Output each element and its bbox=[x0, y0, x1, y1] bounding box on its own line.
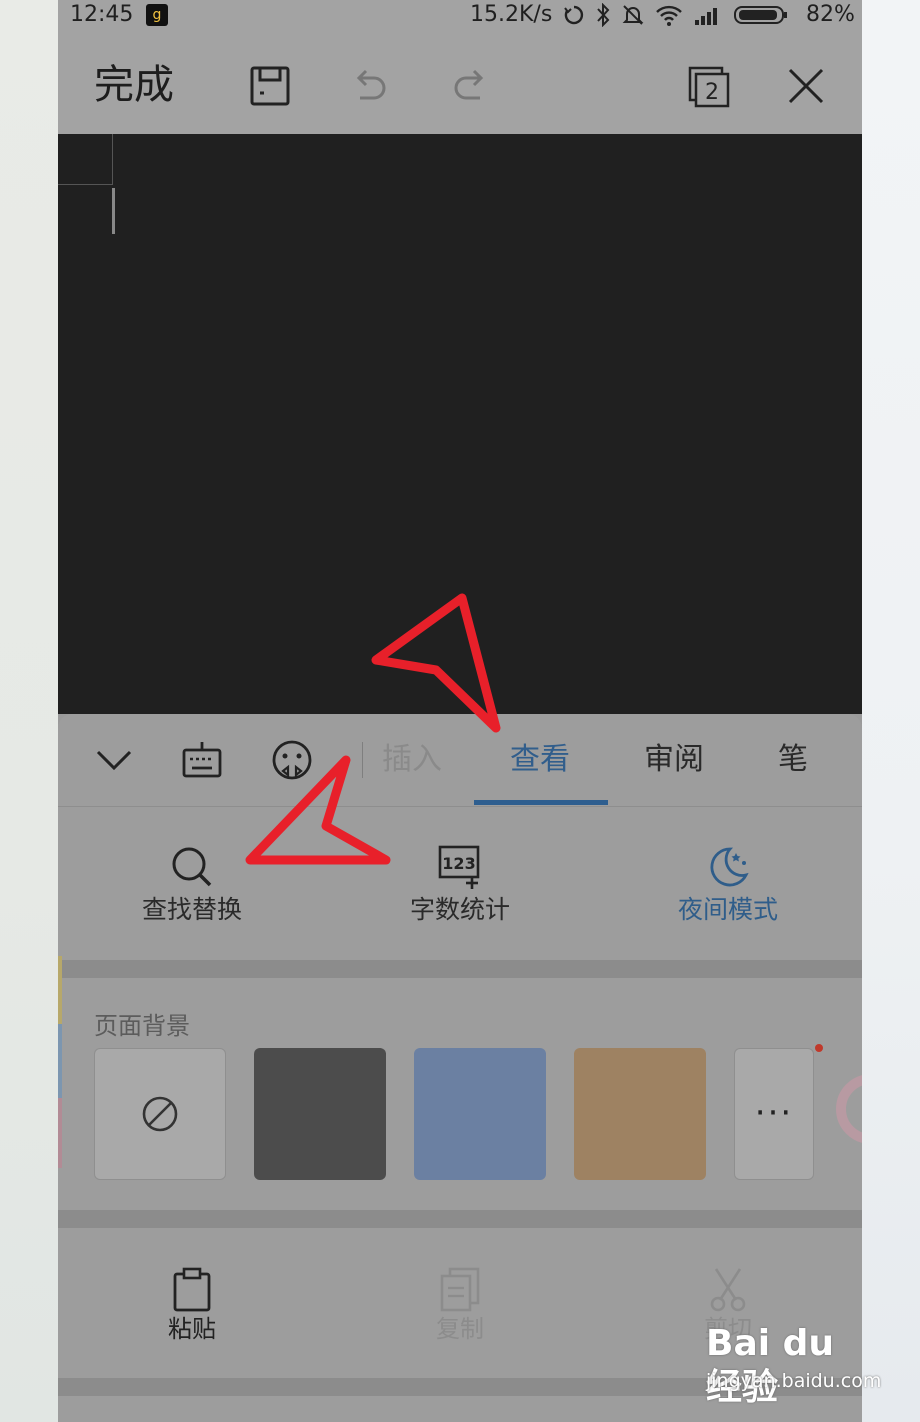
section-divider-2 bbox=[58, 1210, 862, 1228]
chevron-down-icon[interactable] bbox=[92, 738, 136, 782]
word-count-label: 字数统计 bbox=[409, 895, 510, 924]
right-background bbox=[862, 0, 920, 1422]
window-count-icon[interactable]: 2 bbox=[684, 62, 732, 110]
tab-review[interactable]: 审阅 bbox=[644, 740, 704, 780]
background-peek-item bbox=[836, 1074, 862, 1144]
new-badge-dot bbox=[815, 1044, 823, 1052]
paste-label: 粘贴 bbox=[168, 1315, 216, 1343]
watermark-url: jingyan.baidu.com bbox=[706, 1370, 882, 1392]
page-background-title: 页面背景 bbox=[94, 1012, 190, 1040]
status-time: 12:45 bbox=[70, 2, 134, 27]
phone-screen: 12:45 g 15.2K/s 82% 完成 2 插入 查看 审阅 笔 查找替换… bbox=[58, 0, 862, 1422]
tab-pen[interactable]: 笔 bbox=[778, 740, 808, 780]
search-icon bbox=[172, 847, 212, 887]
clipboard-icon bbox=[173, 1267, 211, 1312]
emoji-icon[interactable] bbox=[270, 738, 314, 782]
bg-swatch-blue[interactable] bbox=[414, 1048, 546, 1180]
mute-icon bbox=[622, 5, 644, 25]
close-icon[interactable] bbox=[782, 62, 830, 110]
view-panel: 插入 查看 审阅 笔 查找替换 123 字数统计 夜间模式 页面背景 ··· 粘… bbox=[58, 714, 862, 1422]
page-corner-mark bbox=[58, 134, 113, 185]
bg-swatch-none[interactable] bbox=[94, 1048, 226, 1180]
save-icon[interactable] bbox=[246, 62, 294, 110]
watermark-logo: Bai du 经验 bbox=[706, 1323, 835, 1408]
status-icons bbox=[563, 3, 789, 27]
text-cursor bbox=[112, 188, 115, 234]
edge-strip-pink bbox=[58, 1098, 62, 1168]
active-tab-indicator bbox=[474, 800, 608, 805]
word-count-button[interactable]: 123 字数统计 bbox=[390, 843, 530, 927]
tab-insert[interactable]: 插入 bbox=[382, 740, 442, 780]
night-mode-button[interactable]: 夜间模式 bbox=[658, 843, 798, 927]
section-divider bbox=[58, 960, 862, 978]
signal-icon bbox=[695, 8, 717, 25]
tab-view[interactable]: 查看 bbox=[510, 740, 570, 780]
moon-icon bbox=[710, 847, 749, 887]
paste-button[interactable]: 粘贴 bbox=[132, 1266, 252, 1344]
battery-percent: 82% bbox=[806, 2, 855, 27]
copy-icon bbox=[440, 1267, 480, 1312]
edge-strip-yellow bbox=[58, 956, 62, 1024]
bluetooth-icon bbox=[597, 3, 610, 27]
edge-strip-blue bbox=[58, 1024, 62, 1098]
copy-button[interactable]: 复制 bbox=[400, 1266, 520, 1344]
baidu-watermark: Bai du 经验 jingyan.baidu.com bbox=[706, 1322, 881, 1408]
find-replace-button[interactable]: 查找替换 bbox=[122, 843, 262, 927]
editor-toolbar: 完成 2 bbox=[58, 32, 862, 134]
bg-swatch-tan[interactable] bbox=[574, 1048, 706, 1180]
word-count-icon-text: 123 bbox=[442, 854, 475, 873]
document-canvas[interactable] bbox=[58, 134, 862, 714]
redo-icon[interactable] bbox=[446, 62, 494, 110]
battery-icon bbox=[734, 6, 787, 24]
network-speed: 15.2K/s bbox=[470, 2, 553, 27]
undo-icon[interactable] bbox=[346, 62, 394, 110]
done-button[interactable]: 完成 bbox=[94, 60, 174, 110]
status-bar: 12:45 g 15.2K/s 82% bbox=[58, 0, 862, 32]
view-tools-row: 查找替换 123 字数统计 夜间模式 bbox=[58, 807, 862, 957]
wifi-icon bbox=[656, 5, 682, 26]
no-background-icon bbox=[142, 1096, 178, 1132]
find-replace-label: 查找替换 bbox=[141, 895, 242, 924]
window-count-text: 2 bbox=[705, 80, 719, 105]
bg-swatch-gray[interactable] bbox=[254, 1048, 386, 1180]
app-notification-icon: g bbox=[146, 4, 168, 26]
left-background bbox=[0, 0, 58, 1422]
keyboard-icon[interactable] bbox=[180, 738, 224, 782]
sync-icon bbox=[564, 5, 584, 25]
panel-tabbar: 插入 查看 审阅 笔 bbox=[58, 714, 862, 807]
more-dots: ··· bbox=[754, 1093, 794, 1133]
bg-swatch-more-button[interactable]: ··· bbox=[734, 1048, 814, 1180]
copy-label: 复制 bbox=[436, 1315, 484, 1343]
word-count-icon: 123 bbox=[438, 845, 480, 889]
scissors-icon bbox=[710, 1268, 746, 1312]
night-mode-label: 夜间模式 bbox=[677, 895, 778, 924]
tab-divider bbox=[362, 742, 363, 778]
